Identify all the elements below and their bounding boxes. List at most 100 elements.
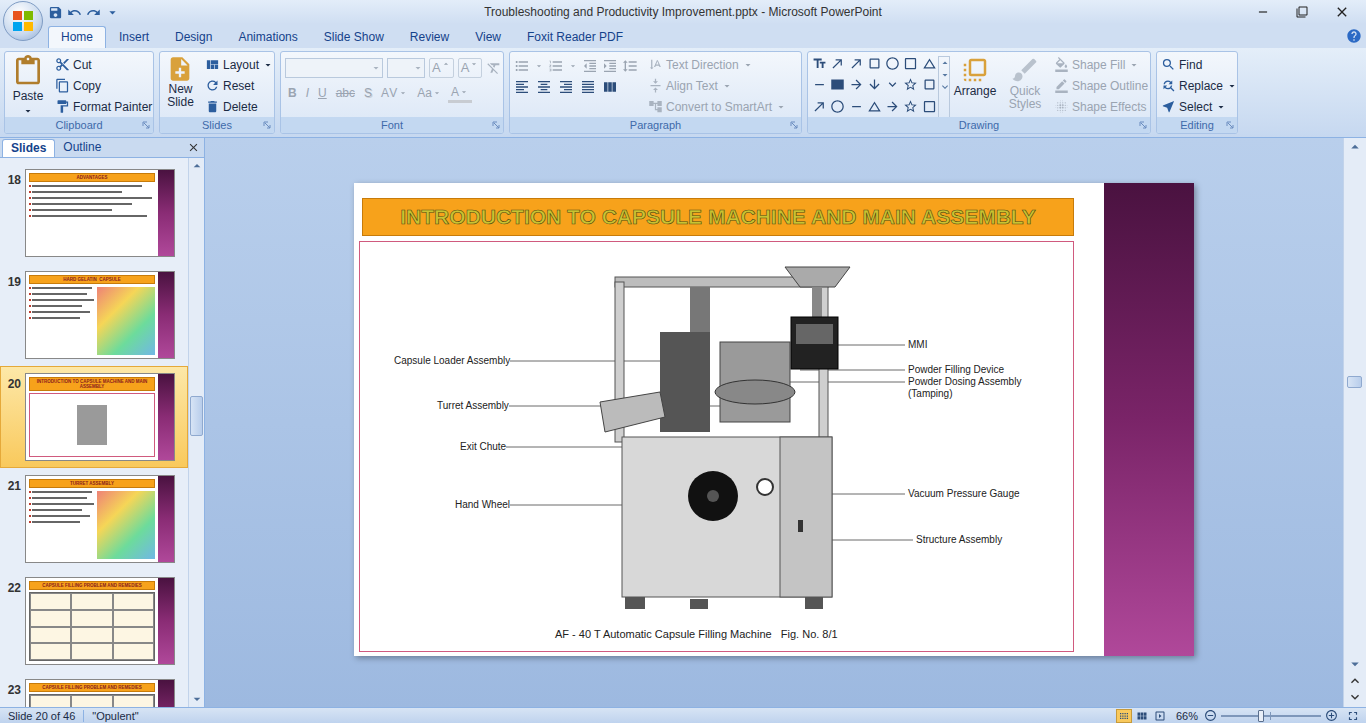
help-icon[interactable] xyxy=(1346,28,1362,44)
format-button[interactable]: A xyxy=(448,83,472,103)
editor-scrollbar[interactable] xyxy=(1343,138,1366,707)
new-slide-button[interactable]: New Slide xyxy=(160,52,201,117)
shape-icon[interactable] xyxy=(903,77,918,92)
undo-icon[interactable] xyxy=(67,5,82,20)
ribbon-tab[interactable]: Slide Show xyxy=(311,26,397,48)
dialog-launcher-icon[interactable] xyxy=(1139,121,1147,129)
increase-indent-icon[interactable] xyxy=(602,58,618,74)
dialog-launcher-icon[interactable] xyxy=(142,121,150,129)
restore-icon[interactable] xyxy=(1296,6,1308,18)
ribbon-button[interactable]: Delete xyxy=(205,96,274,117)
ribbon-button[interactable]: Format Painter xyxy=(55,96,152,117)
zoom-in-icon[interactable] xyxy=(1325,709,1338,722)
shrink-font-button[interactable]: A xyxy=(458,58,483,78)
slide-thumbnail-row[interactable]: 19HARD GELATIN CAPSULE xyxy=(0,264,188,366)
slide[interactable]: INTRODUCTION TO CAPSULE MACHINE AND MAIN… xyxy=(354,183,1194,656)
grow-font-button[interactable]: A xyxy=(429,58,454,78)
panel-tab[interactable]: Slides xyxy=(2,139,55,157)
slide-thumbnail[interactable]: CAPSULE FILLING PROBLEM AND REMEDIES xyxy=(25,679,175,707)
slide-thumbnail-row[interactable]: 21TURRET ASSEMBLY xyxy=(0,468,188,570)
scroll-thumb[interactable] xyxy=(1347,376,1362,388)
slide-thumbnail[interactable]: TURRET ASSEMBLY xyxy=(25,475,175,563)
ribbon-button[interactable]: Shape Outline xyxy=(1054,75,1151,96)
ribbon-button[interactable]: Shape Effects xyxy=(1054,96,1151,117)
view-button[interactable] xyxy=(1134,709,1150,723)
shape-icon[interactable] xyxy=(830,77,845,92)
format-button[interactable]: abc xyxy=(333,83,358,103)
redo-icon[interactable] xyxy=(86,5,101,20)
zoom-thumb[interactable] xyxy=(1258,710,1264,722)
format-button[interactable]: B xyxy=(285,83,300,103)
shape-icon[interactable] xyxy=(830,99,845,114)
ribbon-button[interactable]: Select xyxy=(1161,96,1238,117)
slide-title[interactable]: INTRODUCTION TO CAPSULE MACHINE AND MAIN… xyxy=(362,198,1074,236)
view-button[interactable] xyxy=(1116,709,1132,723)
next-slide-icon[interactable] xyxy=(1347,689,1363,705)
shape-icon[interactable] xyxy=(849,56,864,71)
dialog-launcher-icon[interactable] xyxy=(263,121,271,129)
shape-icon[interactable] xyxy=(812,56,827,71)
shape-icon[interactable] xyxy=(867,56,882,71)
scroll-up-icon[interactable] xyxy=(1346,138,1364,156)
shape-icon[interactable] xyxy=(812,77,827,92)
scroll-down-icon[interactable] xyxy=(189,691,205,707)
ribbon-button[interactable]: Layout xyxy=(205,54,274,75)
close-panel-icon[interactable] xyxy=(187,141,200,154)
shape-icon[interactable] xyxy=(867,99,882,114)
shape-icon[interactable] xyxy=(903,99,918,114)
ribbon-tab[interactable]: Insert xyxy=(106,26,162,48)
ribbon-button[interactable]: Replace xyxy=(1161,75,1238,96)
shape-icon[interactable] xyxy=(922,77,937,92)
zoom-out-icon[interactable] xyxy=(1204,709,1217,722)
scroll-up-icon[interactable] xyxy=(189,158,205,174)
shape-icon[interactable] xyxy=(849,99,864,114)
slide-thumbnail-row[interactable]: 23CAPSULE FILLING PROBLEM AND REMEDIES xyxy=(0,672,188,707)
ribbon-tab[interactable]: Review xyxy=(397,26,462,48)
format-button[interactable]: AV xyxy=(378,83,411,103)
ribbon-tab[interactable]: Design xyxy=(162,26,225,48)
bullets-icon[interactable] xyxy=(514,58,530,74)
panel-tab[interactable]: Outline xyxy=(55,139,109,157)
line-spacing-icon[interactable] xyxy=(622,58,638,74)
shape-icon[interactable] xyxy=(830,56,845,71)
shapes-gallery[interactable] xyxy=(808,52,950,117)
office-button[interactable] xyxy=(3,1,43,41)
slide-thumbnail[interactable]: INTRODUCTION TO CAPSULE MACHINE AND MAIN… xyxy=(25,373,175,461)
shape-icon[interactable] xyxy=(922,56,937,71)
scroll-down-icon[interactable] xyxy=(1346,655,1364,673)
slide-thumbnail[interactable]: CAPSULE FILLING PROBLEM AND REMEDIES xyxy=(25,577,175,665)
paste-button[interactable]: Paste xyxy=(5,52,51,117)
close-icon[interactable] xyxy=(1334,4,1350,20)
shape-icon[interactable] xyxy=(885,99,900,114)
ribbon-button[interactable]: Align Text xyxy=(648,75,787,96)
dialog-launcher-icon[interactable] xyxy=(1226,121,1234,129)
shape-icon[interactable] xyxy=(812,99,827,114)
decrease-indent-icon[interactable] xyxy=(582,58,598,74)
slide-thumbnail-row[interactable]: 18ADVANTAGES xyxy=(0,162,188,264)
zoom-level[interactable]: 66% xyxy=(1176,709,1204,723)
justify-icon[interactable] xyxy=(580,79,596,95)
ribbon-tab[interactable]: Foxit Reader PDF xyxy=(514,26,636,48)
align-center-icon[interactable] xyxy=(536,79,552,95)
clear-formatting-icon[interactable] xyxy=(486,60,502,76)
minimize-icon[interactable] xyxy=(1256,5,1270,19)
slide-thumbnail[interactable]: HARD GELATIN CAPSULE xyxy=(25,271,175,359)
arrange-button[interactable]: Arrange xyxy=(950,52,1000,117)
ribbon-button[interactable]: Copy xyxy=(55,75,152,96)
ribbon-tab[interactable]: View xyxy=(462,26,514,48)
ribbon-button[interactable]: Cut xyxy=(55,54,152,75)
slide-thumbnail-row[interactable]: 22CAPSULE FILLING PROBLEM AND REMEDIES xyxy=(0,570,188,672)
numbering-icon[interactable] xyxy=(548,58,564,74)
shape-icon[interactable] xyxy=(885,77,900,92)
ribbon-button[interactable]: Convert to SmartArt xyxy=(648,96,787,117)
scroll-down-icon[interactable] xyxy=(939,69,951,81)
customize-icon[interactable] xyxy=(105,5,120,20)
zoom-slider[interactable] xyxy=(1221,709,1321,723)
align-right-icon[interactable] xyxy=(558,79,574,95)
ribbon-tab[interactable]: Home xyxy=(48,26,106,48)
shape-icon[interactable] xyxy=(849,77,864,92)
shape-icon[interactable] xyxy=(922,99,937,114)
columns-icon[interactable] xyxy=(602,79,618,95)
shape-icon[interactable] xyxy=(867,77,882,92)
shape-icon[interactable] xyxy=(885,56,900,71)
